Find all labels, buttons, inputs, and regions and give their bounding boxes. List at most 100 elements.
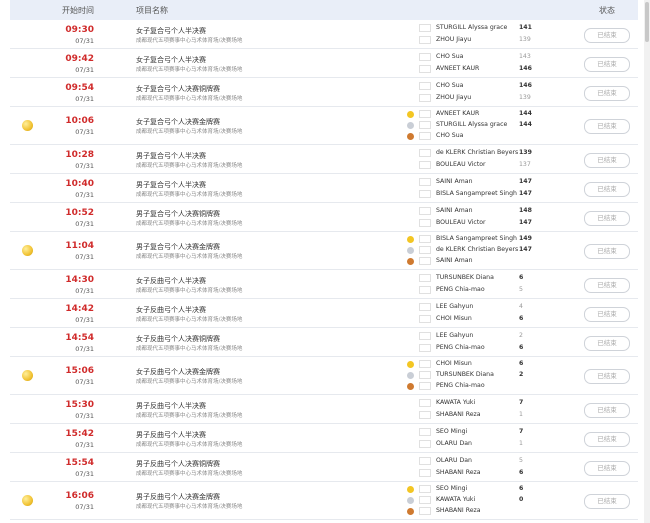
flag-tpe-icon [419,344,431,352]
status-finished-button[interactable]: 已结束 [584,494,630,509]
athlete-score: 139 [519,94,531,101]
schedule-list: 09:30 07/31 女子复合弓个人半决赛 成都现代五项赛事中心马术体育场/决赛场地… [10,20,638,520]
schedule-row[interactable]: 15:06 07/31 女子反曲弓个人决赛金牌赛 成都现代五项赛事中心马术体育场/决赛… [10,357,638,395]
status-finished-button[interactable]: 已结束 [584,402,630,418]
athlete-name: PENG Chia-mao [436,286,485,293]
status-finished-button[interactable]: 已结束 [584,210,630,226]
flag-rsa-icon [419,246,431,254]
schedule-row[interactable]: 15:42 07/31 男子反曲弓个人半决赛成都现代五项赛事中心马术体育场/决赛场地… [10,424,638,453]
schedule-row[interactable]: 15:54 07/31 男子反曲弓个人决赛铜牌赛 成都现代五项赛事中心马术体育场/决赛… [10,453,638,482]
gold-medal-icon [22,495,33,506]
athlete-name: OLARU Dan [436,440,472,447]
flag-tpe-icon [419,286,431,294]
header-status: 状态 [599,6,615,15]
athlete-name: BOULEAU Victor [436,219,486,226]
flag-ind-icon [419,257,431,265]
event-name: 男子复合弓个人决赛金牌赛 [136,243,220,251]
status-finished-button[interactable]: 已结束 [584,119,630,134]
event-venue: 成都现代五项赛事中心马术体育场/决赛场地 [136,345,243,352]
flag-kor-icon [419,485,431,493]
event-venue: 成都现代五项赛事中心马术体育场/决赛场地 [136,379,243,385]
start-date: 07/31 [75,161,94,170]
gold-medal-icon [22,120,33,131]
schedule-page: 开始时间 项目名称 状态 09:30 07/31 女子复合弓个人半决赛 成都现代五项赛… [0,0,650,523]
status-finished-button[interactable]: 已结束 [584,335,630,351]
athlete-score: 2 [519,371,524,378]
start-date: 07/31 [75,315,94,324]
scrollbar-thumb[interactable] [645,2,649,42]
start-time: 09:54 [65,82,94,93]
event-venue: 成都现代五项赛事中心马术体育场/决赛场地 [136,37,243,44]
start-time: 15:06 [65,366,94,376]
flag-jpn-icon [419,399,431,407]
athlete-name: ZHOU Jiayu [436,94,472,101]
athlete-score: 147 [519,219,532,226]
start-time: 10:06 [65,116,94,126]
event-name: 女子复合弓个人半决赛 [136,55,206,64]
status-finished-button[interactable]: 已结束 [584,85,630,101]
athlete-score: 0 [519,496,524,503]
schedule-row[interactable]: 16:06 07/31 男子反曲弓个人决赛金牌赛 成都现代五项赛事中心马术体育场/决赛… [10,482,638,520]
start-date: 07/31 [75,286,94,295]
athlete-name: CHOI Misun [436,315,472,322]
schedule-row[interactable]: 15:30 07/31 男子反曲弓个人半决赛 成都现代五项赛事中心马术体育场/决赛场地… [10,395,638,424]
flag-jpn-icon [419,496,431,504]
start-time: 16:06 [65,491,94,501]
status-finished-button[interactable]: 已结束 [584,56,630,72]
schedule-row[interactable]: 10:40 07/31 男子复合弓个人半决赛 成都现代五项赛事中心马术体育场/决赛场地… [10,174,638,203]
event-venue: 成都现代五项赛事中心马术体育场/决赛场地 [136,441,243,448]
status-finished-button[interactable]: 已结束 [584,306,630,322]
header-time: 开始时间 [62,6,94,15]
event-name: 男子反曲弓个人半决赛 [136,430,206,439]
athlete-name: SHABANI Reza [436,411,481,418]
status-finished-button[interactable]: 已结束 [584,431,630,447]
status-finished-button[interactable]: 已结束 [584,460,630,476]
athlete-score: 139 [519,36,531,43]
start-date: 07/31 [75,440,94,449]
start-time: 15:42 [65,428,94,439]
athlete-score: 1 [519,440,523,447]
athlete-name: AVNEET KAUR [436,65,480,72]
status-finished-button[interactable]: 已结束 [584,244,630,259]
schedule-row[interactable]: 14:42 07/31 女子反曲弓个人半决赛 成都现代五项赛事中心马术体育场/决赛场地… [10,299,638,328]
status-finished-button[interactable]: 已结束 [584,152,630,168]
athlete-score: 6 [519,274,524,281]
event-name: 女子反曲弓个人决赛铜牌赛 [136,334,220,343]
status-finished-button[interactable]: 已结束 [584,277,630,293]
start-time: 09:42 [65,53,94,64]
schedule-row[interactable]: 10:28 07/31 男子复合弓个人半决赛 成都现代五项赛事中心马术体育场/决赛场地… [10,145,638,174]
athlete-name: ZHOU Jiayu [436,36,472,43]
schedule-row[interactable]: 09:30 07/31 女子复合弓个人半决赛 成都现代五项赛事中心马术体育场/决赛场地… [10,20,638,49]
schedule-row[interactable]: 09:42 07/31 女子复合弓个人半决赛 成都现代五项赛事中心马术体育场/决赛场地… [10,49,638,78]
event-venue: 成都现代五项赛事中心马术体育场/决赛场地 [136,191,243,198]
schedule-row[interactable]: 14:30 07/31 女子反曲弓个人半决赛 成都现代五项赛事中心马术体育场/决赛场地… [10,270,638,299]
athlete-name: SAINI Aman [436,178,473,185]
flag-tpe-icon [419,382,431,390]
schedule-row[interactable]: 11:04 07/31 男子复合弓个人决赛金牌赛 成都现代五项赛事中心马术体育场/决赛… [10,232,638,270]
athlete-name: SAINI Aman [436,207,473,214]
event-venue: 成都现代五项赛事中心马术体育场/决赛场地 [136,66,243,73]
schedule-row[interactable]: 09:54 07/31 女子复合弓个人决赛铜牌赛 成都现代五项赛事中心马术体育场/决赛… [10,78,638,107]
silver-rank-icon [407,497,414,504]
athlete-score: 6 [519,344,524,351]
athlete-score: 137 [519,161,531,168]
header-event: 项目名称 [136,6,168,15]
status-finished-button[interactable]: 已结束 [584,27,630,43]
status-finished-button[interactable]: 已结束 [584,369,630,384]
schedule-row[interactable]: 14:54 07/31 女子反曲弓个人决赛铜牌赛 成都现代五项赛事中心马术体育场/决赛… [10,328,638,357]
event-name: 男子反曲弓个人决赛铜牌赛 [136,459,220,468]
schedule-row[interactable]: 10:06 07/31 女子复合弓个人决赛金牌赛 成都现代五项赛事中心马术体育场/决赛… [10,107,638,145]
gold-rank-icon [407,111,414,118]
flag-kor-icon [419,82,431,90]
gold-rank-icon [407,361,414,368]
athlete-name: TURSUNBEK Diana [436,371,494,378]
athlete-name: de KLERK Christian Beyers [436,149,519,156]
schedule-row[interactable]: 10:52 07/31 男子复合弓个人决赛铜牌赛 成都现代五项赛事中心马术体育场/决赛… [10,203,638,232]
athlete-name: LEE Gahyun [436,332,474,339]
athlete-name: BISLA Sangampreet Singh [436,190,517,197]
athlete-score: 4 [519,303,523,310]
flag-fra-icon [419,219,431,227]
scrollbar[interactable] [644,0,650,523]
event-venue: 成都现代五项赛事中心马术体育场/决赛场地 [136,316,243,323]
status-finished-button[interactable]: 已结束 [584,181,630,197]
